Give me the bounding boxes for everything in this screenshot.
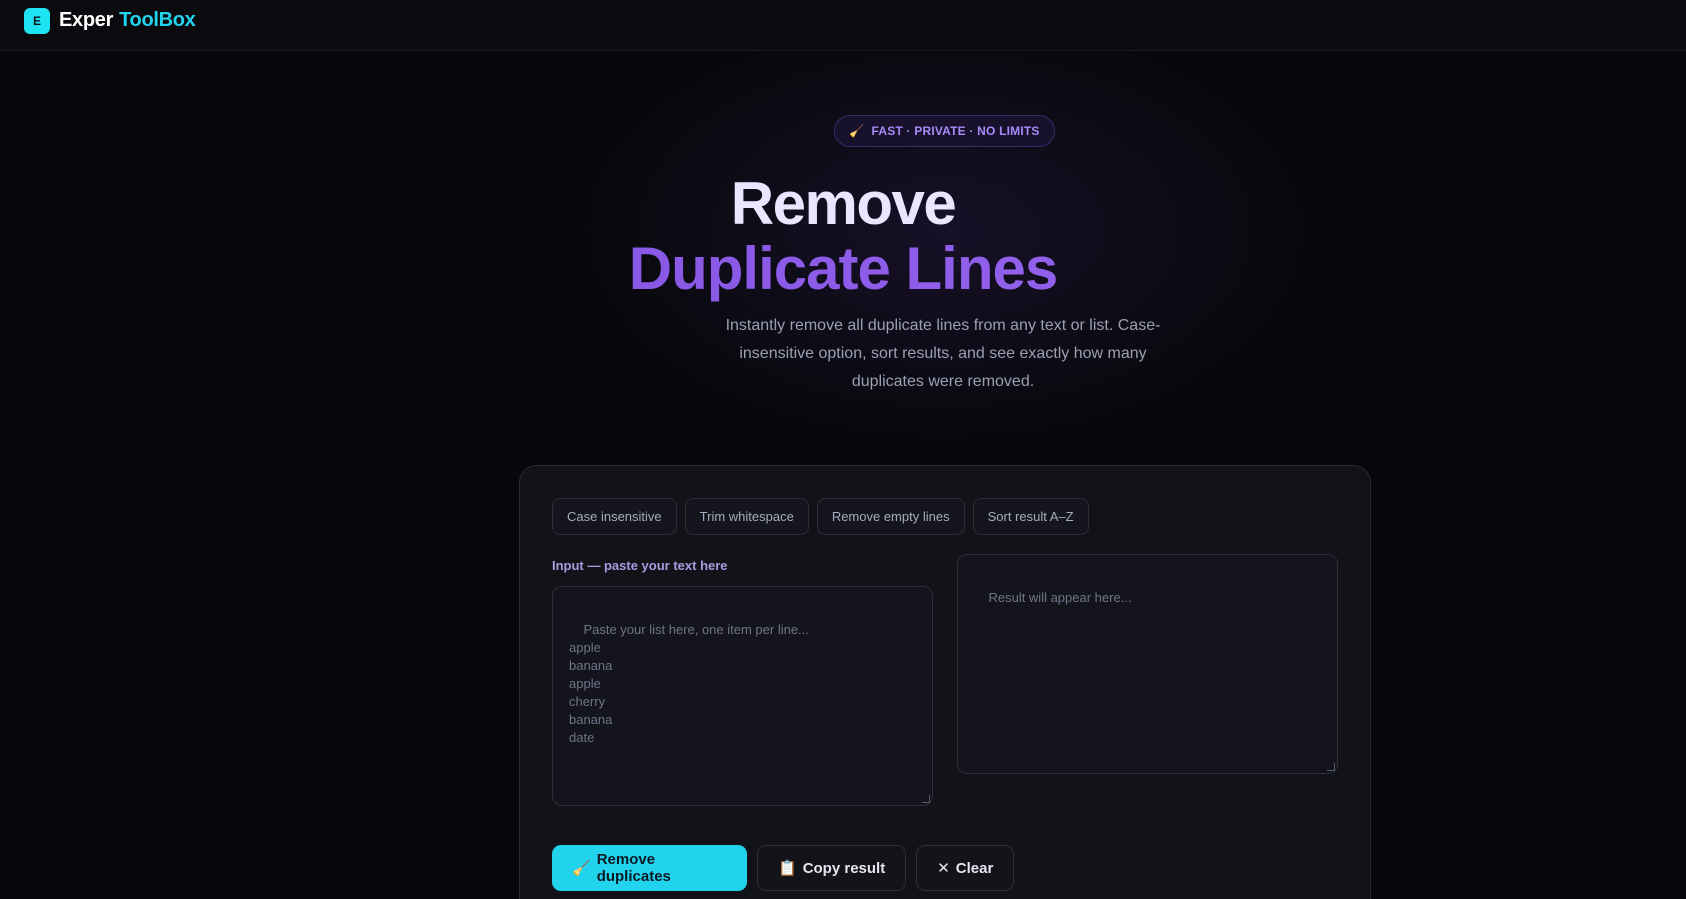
result-textarea[interactable]: Result will appear here...: [957, 554, 1338, 774]
page-title-line1: Remove: [730, 170, 957, 237]
option-trim-whitespace[interactable]: Trim whitespace: [684, 498, 809, 535]
logo-icon[interactable]: E: [24, 8, 50, 34]
option-remove-empty-lines[interactable]: Remove empty lines: [816, 498, 965, 535]
remove-duplicates-label: Remove duplicates: [596, 851, 671, 885]
action-buttons: 🧹 Remove duplicates 📋 Copy result ✕ Clea…: [552, 845, 1015, 891]
remove-duplicates-button[interactable]: 🧹 Remove duplicates: [552, 845, 747, 891]
brand-logo[interactable]: Exper ToolBox: [59, 9, 196, 32]
close-icon: ✕: [937, 860, 950, 877]
input-label: Input — paste your text here: [552, 558, 728, 573]
tool-card: Case insensitive Trim whitespace Remove …: [519, 465, 1371, 899]
clear-button[interactable]: ✕ Clear: [916, 845, 1015, 891]
feature-badge: 🧹 FAST · PRIVATE · NO LIMITS: [834, 115, 1055, 147]
broom-icon: 🧹: [849, 124, 865, 138]
brand-name-part1: Exper: [59, 9, 114, 31]
top-navbar: E Exper ToolBox: [0, 0, 1686, 51]
resize-handle-icon[interactable]: [922, 795, 930, 803]
copy-result-label: Copy result: [802, 859, 886, 877]
result-placeholder: Result will appear here...: [988, 590, 1132, 605]
copy-result-button[interactable]: 📋 Copy result: [757, 845, 907, 891]
option-sort-result[interactable]: Sort result A–Z: [972, 498, 1089, 535]
input-placeholder: Paste your list here, one item per line.…: [569, 622, 809, 745]
brand-name-part2: ToolBox: [119, 9, 196, 31]
clear-label: Clear: [955, 859, 994, 877]
broom-icon: 🧹: [572, 860, 591, 877]
page-title-line2: Duplicate Lines: [0, 235, 1686, 303]
input-textarea[interactable]: Paste your list here, one item per line.…: [552, 586, 933, 806]
badge-text: FAST · PRIVATE · NO LIMITS: [871, 124, 1040, 138]
page-subtitle: Instantly remove all duplicate lines fro…: [725, 317, 1161, 390]
option-case-insensitive[interactable]: Case insensitive: [552, 498, 677, 535]
clipboard-icon: 📋: [778, 860, 797, 877]
options-row: Case insensitive Trim whitespace Remove …: [552, 498, 1089, 535]
resize-handle-icon[interactable]: [1327, 763, 1335, 771]
